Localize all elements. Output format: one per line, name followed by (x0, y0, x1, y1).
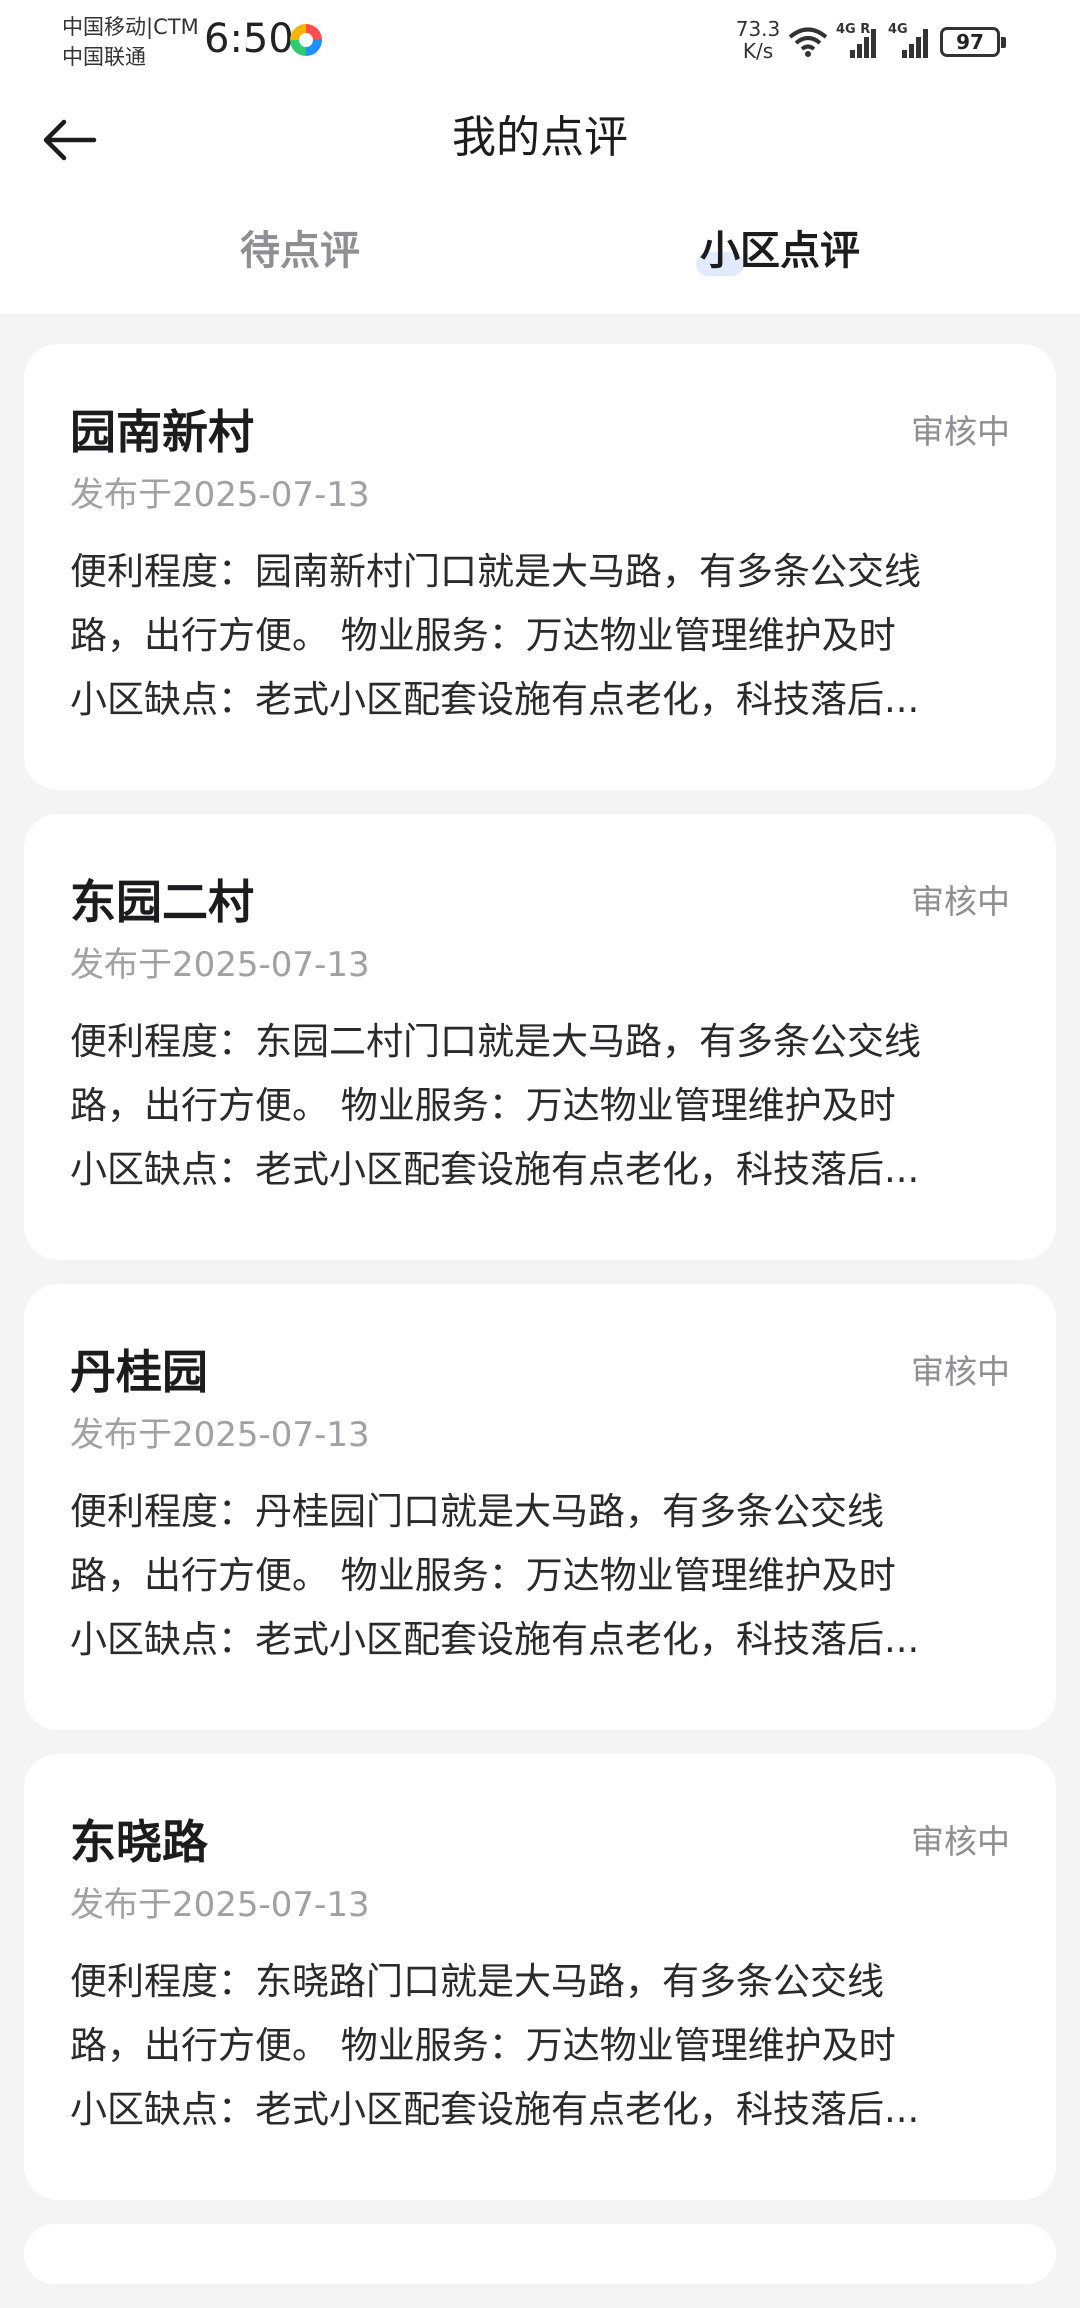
tab-label: 小区点评 (700, 228, 860, 274)
header: 我的点评 (0, 86, 1080, 196)
tab-community-review[interactable]: 小区点评 (630, 216, 930, 286)
review-text-line: 小区缺点：老式小区配套设施有点老化，科技落后... (70, 1148, 920, 1191)
review-text: 便利程度：东晓路门口就是大马路，有多条公交线 路，出行方便。 物业服务：万达物业… (70, 1950, 1020, 2142)
publish-date: 发布于2025-07-13 (70, 1885, 370, 1925)
review-text-line: 路，出行方便。 物业服务：万达物业管理维护及时 (70, 1084, 896, 1127)
status-badge: 审核中 (911, 412, 1010, 451)
wifi-icon (788, 27, 828, 57)
review-text-line: 便利程度：东园二村门口就是大马路，有多条公交线 (70, 1020, 921, 1063)
review-card[interactable]: 丹桂园 审核中 发布于2025-07-13 便利程度：丹桂园门口就是大马路，有多… (24, 1284, 1056, 1730)
carrier-2: 中国联通 (62, 45, 146, 69)
review-card[interactable]: 东晓路 审核中 发布于2025-07-13 便利程度：东晓路门口就是大马路，有多… (24, 1754, 1056, 2200)
publish-date: 发布于2025-07-13 (70, 1415, 370, 1455)
signal-icon: 4G (888, 22, 932, 60)
net-speed-value: 73.3 (735, 17, 781, 41)
carrier-1: 中国移动|CTM (62, 15, 199, 39)
review-text-line: 路，出行方便。 物业服务：万达物业管理维护及时 (70, 1554, 896, 1597)
tab-pending-review[interactable]: 待点评 (150, 216, 450, 286)
review-text-line: 便利程度：东晓路门口就是大马路，有多条公交线 (70, 1960, 884, 2003)
review-text-line: 小区缺点：老式小区配套设施有点老化，科技落后... (70, 1618, 920, 1661)
review-text-line: 便利程度：丹桂园门口就是大马路，有多条公交线 (70, 1490, 884, 1533)
review-text-line: 路，出行方便。 物业服务：万达物业管理维护及时 (70, 2024, 896, 2067)
community-name: 东园二村 (70, 875, 254, 929)
publish-date: 发布于2025-07-13 (70, 945, 370, 985)
clock: 6:50 (204, 16, 294, 62)
status-badge: 审核中 (911, 882, 1010, 921)
battery-icon: 97 (940, 27, 1006, 57)
publish-date: 发布于2025-07-13 (70, 475, 370, 515)
review-text-line: 小区缺点：老式小区配套设施有点老化，科技落后... (70, 2088, 920, 2131)
status-badge: 审核中 (911, 1352, 1010, 1391)
status-bar: 中国移动|CTM 中国联通 6:50 73.3 K/s 4G R 4G 97 (0, 0, 1080, 86)
review-text-line: 小区缺点：老式小区配套设施有点老化，科技落后... (70, 678, 920, 721)
review-text-line: 路，出行方便。 物业服务：万达物业管理维护及时 (70, 614, 896, 657)
review-card[interactable] (24, 2224, 1056, 2284)
review-card[interactable]: 园南新村 审核中 发布于2025-07-13 便利程度：园南新村门口就是大马路，… (24, 344, 1056, 790)
signal-icon: 4G R (836, 22, 880, 60)
tab-label: 待点评 (240, 228, 360, 274)
battery-level: 97 (956, 30, 984, 54)
review-card[interactable]: 东园二村 审核中 发布于2025-07-13 便利程度：东园二村门口就是大马路，… (24, 814, 1056, 1260)
net-speed: 73.3 K/s (730, 18, 786, 62)
net-speed-unit: K/s (742, 39, 774, 63)
review-text: 便利程度：丹桂园门口就是大马路，有多条公交线 路，出行方便。 物业服务：万达物业… (70, 1480, 1020, 1672)
review-text-line: 便利程度：园南新村门口就是大马路，有多条公交线 (70, 550, 921, 593)
review-text: 便利程度：东园二村门口就是大马路，有多条公交线 路，出行方便。 物业服务：万达物… (70, 1010, 1020, 1202)
review-text: 便利程度：园南新村门口就是大马路，有多条公交线 路，出行方便。 物业服务：万达物… (70, 540, 1020, 732)
app-notification-icon (290, 24, 322, 56)
status-icons: 4G R 4G 97 (788, 22, 1006, 62)
community-name: 园南新村 (70, 405, 254, 459)
tab-bar: 待点评 小区点评 (0, 196, 1080, 314)
community-name: 丹桂园 (70, 1345, 208, 1399)
page-title: 我的点评 (452, 112, 628, 163)
review-list: 园南新村 审核中 发布于2025-07-13 便利程度：园南新村门口就是大马路，… (24, 344, 1056, 2308)
carrier-info: 中国移动|CTM 中国联通 (62, 12, 199, 72)
status-badge: 审核中 (911, 1822, 1010, 1861)
community-name: 东晓路 (70, 1815, 208, 1869)
